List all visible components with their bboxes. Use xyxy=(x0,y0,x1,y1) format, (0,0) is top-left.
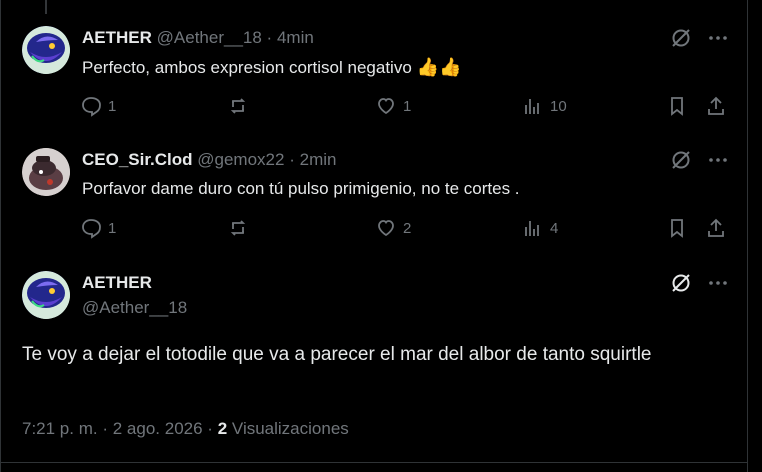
reply-count: 1 xyxy=(108,219,117,237)
tweet-top-icons xyxy=(670,149,728,171)
heart-icon xyxy=(378,98,394,115)
display-name-text[interactable]: AETHER xyxy=(82,273,152,292)
views-icon xyxy=(525,99,539,114)
tweet-header: AETHER @Aether__18 · 4min xyxy=(82,27,314,49)
repost-icon xyxy=(230,98,246,114)
reply-button[interactable]: 1 xyxy=(80,217,116,239)
bookmark-button[interactable] xyxy=(666,95,688,117)
tweet-text: Porfavor dame duro con tú pulso primigen… xyxy=(82,178,520,200)
user-handle[interactable]: @Aether__18 xyxy=(157,28,262,47)
action-bar: 1 2 4 xyxy=(80,217,730,241)
tweet-time[interactable]: 4min xyxy=(277,28,314,47)
reply-count: 1 xyxy=(108,97,117,115)
avatar[interactable] xyxy=(22,148,70,196)
action-bar: 1 1 10 xyxy=(80,95,730,119)
separator-dot: · xyxy=(266,28,273,47)
share-icon xyxy=(708,96,724,115)
repost-button[interactable] xyxy=(228,95,256,117)
avatar[interactable] xyxy=(22,271,70,319)
divider xyxy=(0,462,748,463)
separator-dot: · xyxy=(289,150,295,169)
grok-icon[interactable] xyxy=(670,272,692,294)
display-name[interactable]: AETHER xyxy=(82,28,152,47)
tweet-time[interactable]: 2min xyxy=(300,150,337,169)
views-count: 4 xyxy=(550,219,559,237)
focused-tweet-text: Te voy a dejar el totodile que va a pare… xyxy=(22,344,652,365)
share-icon xyxy=(708,218,724,237)
tweet-top-icons xyxy=(670,27,728,49)
heart-icon xyxy=(378,220,394,237)
tweet-text-content: Porfavor dame duro con tú pulso primigen… xyxy=(82,179,520,198)
tweet-meta: 7:21 p. m. · 2 ago. 2026 · 2 Visualizaci… xyxy=(22,419,349,439)
views-count: 2 xyxy=(217,419,228,438)
tweet-time[interactable]: 7:21 p. m. xyxy=(22,419,98,438)
display-name[interactable]: CEO_Sir.Clod xyxy=(82,150,193,169)
separator-dot: · xyxy=(102,419,109,438)
tweet-text-content: Perfecto, ambos expresion cortisol negat… xyxy=(82,58,412,77)
views-button[interactable]: 4 xyxy=(522,217,558,239)
grok-icon[interactable] xyxy=(670,149,692,171)
views-count: 10 xyxy=(550,97,567,115)
repost-icon xyxy=(230,220,246,236)
views-button[interactable]: 10 xyxy=(522,95,567,117)
user-handle[interactable]: @Aether__18 xyxy=(82,297,187,319)
display-name[interactable]: AETHER xyxy=(82,272,152,294)
timeline-column: AETHER @Aether__18 · 4min Perfecto, ambo… xyxy=(0,0,748,472)
user-handle[interactable]: @gemox22 xyxy=(197,150,284,169)
more-options-icon[interactable] xyxy=(708,150,728,170)
more-options-icon[interactable] xyxy=(708,28,728,48)
tweet-header: CEO_Sir.Clod @gemox22 · 2min xyxy=(82,149,336,171)
reply-button[interactable]: 1 xyxy=(80,95,116,117)
share-button[interactable] xyxy=(705,217,727,239)
bookmark-icon xyxy=(671,219,683,238)
share-button[interactable] xyxy=(705,95,727,117)
reply-icon xyxy=(82,97,101,117)
thumbs-up-emoji: 👍👍 xyxy=(416,57,462,77)
like-count: 1 xyxy=(403,97,412,115)
reply-icon xyxy=(82,219,101,239)
grok-icon[interactable] xyxy=(670,27,692,49)
tweet-date[interactable]: 2 ago. 2026 xyxy=(113,419,203,438)
separator-dot: · xyxy=(207,419,213,438)
like-count: 2 xyxy=(403,219,412,237)
avatar[interactable] xyxy=(22,26,70,74)
like-button[interactable]: 1 xyxy=(375,95,411,117)
views-icon xyxy=(525,221,539,236)
reply-tweet[interactable]: AETHER @Aether__18 · 4min Perfecto, ambo… xyxy=(0,0,748,130)
reply-tweet[interactable]: CEO_Sir.Clod @gemox22 · 2min Porfavor da… xyxy=(0,130,748,252)
views-label: Visualizaciones xyxy=(231,419,349,438)
repost-button[interactable] xyxy=(228,217,256,239)
tweet-top-icons xyxy=(670,272,728,294)
tweet-text: Perfecto, ambos expresion cortisol negat… xyxy=(82,56,461,79)
bookmark-icon xyxy=(671,97,683,116)
more-options-icon[interactable] xyxy=(708,273,728,293)
bookmark-button[interactable] xyxy=(666,217,688,239)
like-button[interactable]: 2 xyxy=(375,217,411,239)
